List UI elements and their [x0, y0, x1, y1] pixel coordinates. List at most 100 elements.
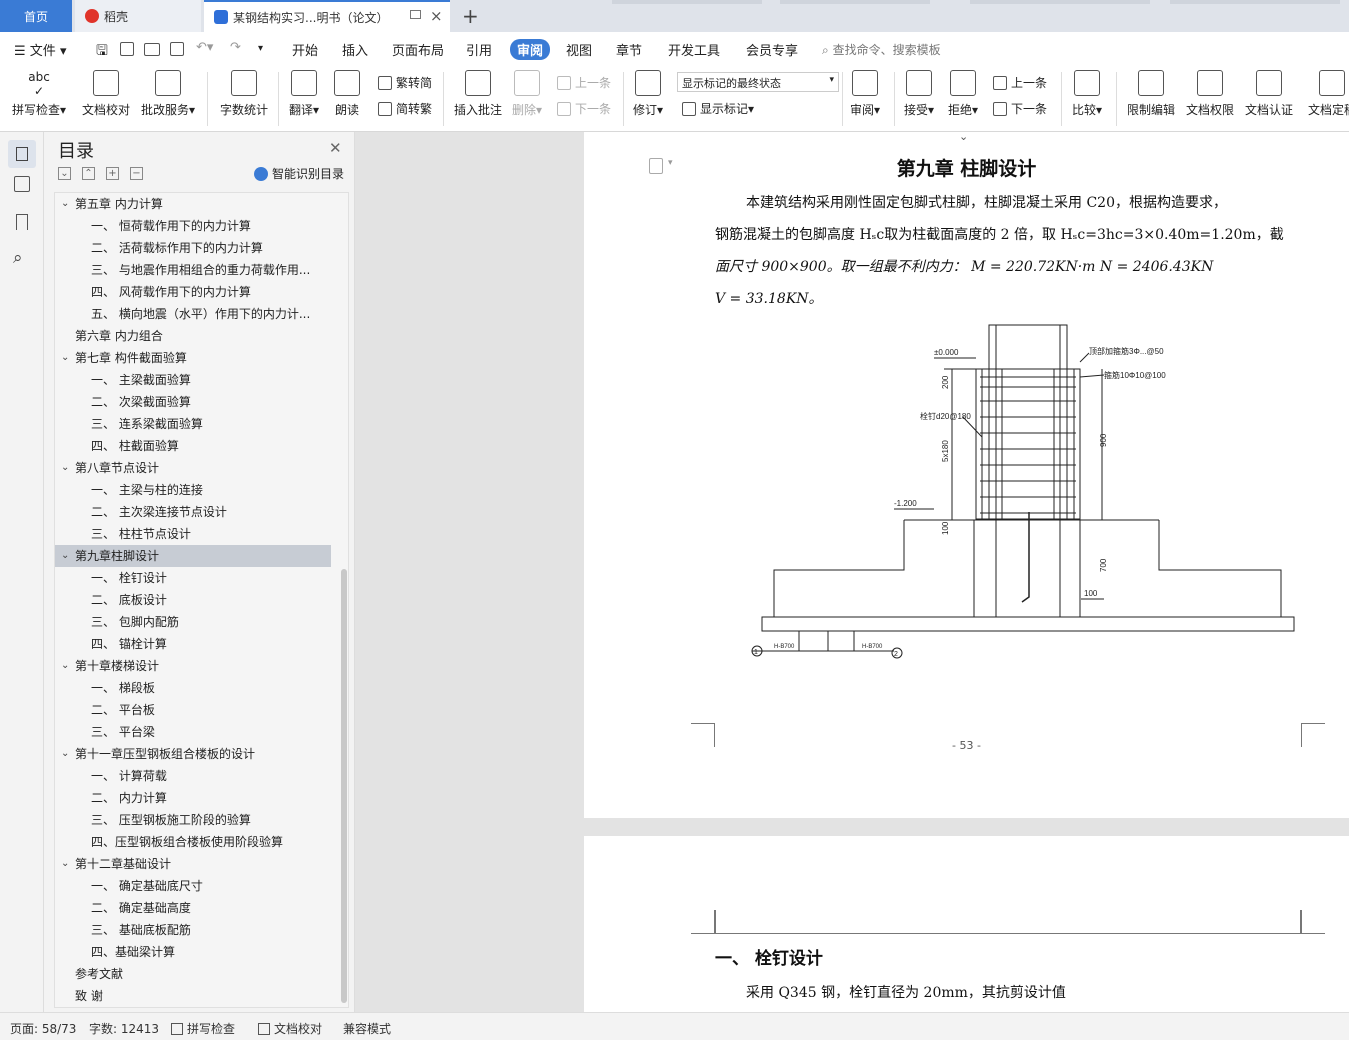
word-count-indicator[interactable]: 字数: 12413 — [89, 1020, 159, 1037]
toc-item[interactable]: 二、 活荷载标作用下的内力计算 — [55, 237, 331, 259]
smart-toc-button[interactable]: 智能识别目录 — [254, 165, 344, 182]
chevron-down-icon[interactable]: ⌄ — [61, 347, 69, 369]
menu-dev-tools[interactable]: 开发工具 — [668, 40, 720, 59]
toc-item[interactable]: ⌄ 第十一章压型钢板组合楼板的设计 — [55, 743, 331, 765]
toc-item[interactable]: 五、 横向地震（水平）作用下的内力计... — [55, 303, 331, 325]
reject-button[interactable]: 拒绝▾ — [948, 70, 978, 118]
trad-to-simp-button[interactable]: 繁转简 — [378, 74, 432, 91]
page-53[interactable]: ▾ ⌄ 第九章 柱脚设计 本建筑结构采用刚性固定包脚式柱脚，柱脚混凝土采用 C2… — [584, 132, 1349, 818]
close-tab-icon[interactable]: × — [430, 7, 443, 25]
chevron-down-icon[interactable]: ⌄ — [61, 655, 69, 677]
toc-item[interactable]: 第六章 内力组合 — [55, 325, 331, 347]
toc-item[interactable]: ⌄ 第八章节点设计 — [55, 457, 331, 479]
toc-item[interactable]: 二、 次梁截面验算 — [55, 391, 331, 413]
toc-view-button[interactable] — [8, 140, 36, 168]
remove-toc-level-icon[interactable]: − — [130, 167, 143, 180]
accept-button[interactable]: 接受▾ — [904, 70, 934, 118]
menu-member[interactable]: 会员专享 — [746, 40, 798, 59]
print-icon[interactable] — [144, 43, 160, 56]
menu-review[interactable]: 审阅 — [510, 39, 551, 60]
status-doc-proof[interactable]: 文档校对 — [258, 1020, 322, 1037]
chevron-down-icon[interactable]: ⌄ — [61, 457, 69, 479]
toc-item[interactable]: 二、 平台板 — [55, 699, 331, 721]
read-aloud-button[interactable]: 朗读 — [334, 70, 360, 118]
toc-item[interactable]: 四、 锚栓计算 — [55, 633, 331, 655]
doc-final-button[interactable]: 文档定稿 — [1308, 70, 1349, 118]
toc-item[interactable]: 一、 主梁与柱的连接 — [55, 479, 331, 501]
close-panel-icon[interactable]: ✕ — [329, 139, 342, 157]
word-count-button[interactable]: 字数统计 — [220, 70, 268, 118]
bookmark-icon[interactable] — [16, 214, 28, 230]
toc-item[interactable]: 四、 风荷载作用下的内力计算 — [55, 281, 331, 303]
toc-item[interactable]: ⌄ 第十二章基础设计 — [55, 853, 331, 875]
toc-item[interactable]: 三、 柱柱节点设计 — [55, 523, 331, 545]
compare-button[interactable]: 比较▾ — [1072, 70, 1102, 118]
toc-item[interactable]: 三、 平台梁 — [55, 721, 331, 743]
toc-item[interactable]: 参考文献 — [55, 963, 331, 985]
spell-check-button[interactable]: abc ✓ 拼写检查▾ — [12, 70, 66, 118]
simp-to-trad-button[interactable]: 简转繁 — [378, 100, 432, 117]
doc-cert-button[interactable]: 文档认证 — [1245, 70, 1293, 118]
markup-state-select[interactable]: 显示标记的最终状态 ▾ — [677, 72, 839, 92]
nav-pane-icon[interactable] — [14, 176, 30, 192]
toc-item[interactable]: 三、 连系梁截面验算 — [55, 413, 331, 435]
prev-change-button[interactable]: 上一条 — [993, 74, 1047, 91]
review-pane-button[interactable]: 审阅▾ — [850, 70, 880, 118]
redo-icon[interactable]: ↷ — [230, 40, 241, 55]
new-tab-plus-icon[interactable]: + — [462, 4, 479, 28]
chevron-down-icon[interactable]: ⌄ — [61, 545, 69, 567]
collapse-all-icon[interactable]: ⌄ — [58, 167, 71, 180]
toc-item[interactable]: 致 谢 — [55, 985, 331, 1007]
print-preview-icon[interactable] — [170, 42, 184, 56]
doc-permission-button[interactable]: 文档权限 — [1186, 70, 1234, 118]
toc-item[interactable]: 三、 基础底板配筋 — [55, 919, 331, 941]
tab-document[interactable]: 某钢结构实习...明书（论文） × — [204, 0, 450, 32]
undo-icon[interactable]: ↶▾ — [196, 40, 213, 55]
toc-item[interactable]: 一、 梯段板 — [55, 677, 331, 699]
toc-item[interactable]: 二、 确定基础高度 — [55, 897, 331, 919]
document-canvas[interactable]: ▾ ⌄ 第九章 柱脚设计 本建筑结构采用刚性固定包脚式柱脚，柱脚混凝土采用 C2… — [355, 132, 1349, 1012]
next-comment-button[interactable]: 下一条 — [557, 100, 611, 117]
tab-daoke[interactable]: 稻壳 — [75, 0, 201, 32]
toc-item[interactable]: 一、 恒荷载作用下的内力计算 — [55, 215, 331, 237]
toc-item[interactable]: 三、 与地震作用相组合的重力荷载作用... — [55, 259, 331, 281]
correction-service-button[interactable]: 批改服务▾ — [141, 70, 195, 118]
expand-up-icon[interactable]: ⌃ — [82, 167, 95, 180]
status-spell-check[interactable]: 拼写检查 — [171, 1020, 235, 1037]
menu-page-layout[interactable]: 页面布局 — [392, 40, 444, 59]
toc-item[interactable]: 二、 底板设计 — [55, 589, 331, 611]
export-pdf-icon[interactable] — [120, 42, 134, 56]
page-indicator[interactable]: 页面: 58/73 — [10, 1020, 76, 1037]
menu-start[interactable]: 开始 — [292, 40, 318, 59]
next-change-button[interactable]: 下一条 — [993, 100, 1047, 117]
chevron-down-icon[interactable]: ⌄ — [61, 853, 69, 875]
toc-item[interactable]: 二、 主次梁连接节点设计 — [55, 501, 331, 523]
add-toc-level-icon[interactable]: + — [106, 167, 119, 180]
menu-insert[interactable]: 插入 — [342, 40, 368, 59]
insert-comment-button[interactable]: 插入批注 — [454, 70, 502, 118]
doc-proof-button[interactable]: 文档校对 — [82, 70, 130, 118]
toc-item[interactable]: 三、 压型钢板施工阶段的验算 — [55, 809, 331, 831]
toc-item[interactable]: ⌄ 第九章柱脚设计 — [55, 545, 331, 567]
toc-item[interactable]: 四、 柱截面验算 — [55, 435, 331, 457]
quick-access-more-icon[interactable]: ▾ — [258, 43, 263, 54]
command-search[interactable]: ⌕ 查找命令、搜索模板 — [822, 41, 941, 58]
menu-reference[interactable]: 引用 — [466, 40, 492, 59]
toc-item[interactable]: 二、 内力计算 — [55, 787, 331, 809]
toc-scrollbar[interactable] — [341, 569, 347, 1003]
menu-chapter[interactable]: 章节 — [616, 40, 642, 59]
translate-button[interactable]: 翻译▾ — [289, 70, 319, 118]
file-menu[interactable]: ☰ 文件 ▾ — [14, 40, 66, 59]
page-54[interactable]: 一、 栓钉设计 采用 Q345 钢，栓钉直径为 20mm，其抗剪设计值 — [584, 836, 1349, 1012]
toc-item[interactable]: 三、 包脚内配筋 — [55, 611, 331, 633]
delete-comment-button[interactable]: 删除▾ — [512, 70, 542, 118]
chevron-down-icon[interactable]: ⌄ — [61, 743, 69, 765]
toc-item[interactable]: 一、 主梁截面验算 — [55, 369, 331, 391]
chevron-down-icon[interactable]: ⌄ — [61, 193, 69, 215]
toc-item[interactable]: 四、压型钢板组合楼板使用阶段验算 — [55, 831, 331, 853]
restrict-edit-button[interactable]: 限制编辑 — [1127, 70, 1175, 118]
toc-item[interactable]: ⌄ 第五章 内力计算 — [55, 193, 331, 215]
toc-item[interactable]: ⌄ 第七章 构件截面验算 — [55, 347, 331, 369]
toc-item[interactable]: 一、 确定基础底尺寸 — [55, 875, 331, 897]
toc-item[interactable]: 四、基础梁计算 — [55, 941, 331, 963]
